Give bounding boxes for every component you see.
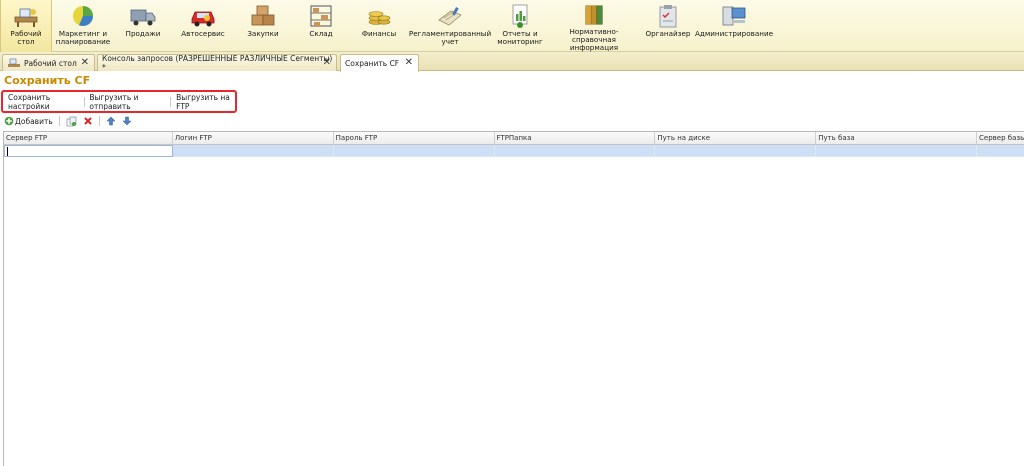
table-row[interactable] xyxy=(4,145,1024,157)
section-label: Рабочий стол xyxy=(10,29,42,46)
delete-icon xyxy=(84,117,92,125)
copy-icon xyxy=(66,116,77,126)
section-autoservice[interactable]: Автосервис xyxy=(172,0,234,52)
truck-icon xyxy=(130,9,156,26)
table-cell[interactable] xyxy=(334,145,495,157)
tab-query-console[interactable]: Консоль запросов (РАЗРЕШЕННЫЕ РАЗЛИЧНЫЕ … xyxy=(97,54,337,72)
section-marketing[interactable]: Маркетинг и планирование xyxy=(52,0,114,52)
table-cell[interactable] xyxy=(495,145,656,157)
separator xyxy=(83,96,85,107)
close-icon[interactable]: ✕ xyxy=(323,57,331,69)
close-icon[interactable]: ✕ xyxy=(405,57,413,69)
text-caret xyxy=(7,147,8,156)
separator xyxy=(170,96,172,107)
tab-label: Сохранить CF xyxy=(345,59,400,68)
arrow-up-icon xyxy=(106,116,116,126)
section-label: Маркетинг и планирование xyxy=(55,29,111,46)
section-label: Финансы xyxy=(361,29,397,38)
add-icon xyxy=(4,116,14,126)
section-label: Автосервис xyxy=(181,29,225,38)
section-label: Администрирование xyxy=(694,29,774,38)
column-header[interactable]: FTPПапка xyxy=(495,132,656,144)
command-panel: Сохранить настройки Выгрузить и отправит… xyxy=(1,90,237,113)
tab-desktop[interactable]: Рабочий стол ✕ xyxy=(2,54,95,71)
section-label: Отчеты и мониторинг xyxy=(497,29,543,46)
table-cell[interactable] xyxy=(655,145,817,157)
add-button[interactable]: Добавить xyxy=(4,116,53,126)
table-cell-input[interactable] xyxy=(4,145,173,157)
report-icon xyxy=(512,4,528,28)
section-label: Регламентированный учет xyxy=(408,29,492,46)
section-reference-info[interactable]: Нормативно-справочная информация xyxy=(548,0,640,52)
desk-icon xyxy=(8,58,20,67)
table-cell[interactable] xyxy=(173,145,334,157)
section-label: Склад xyxy=(309,29,333,38)
warehouse-shelf-icon xyxy=(310,5,332,27)
section-organizer[interactable]: Органайзер xyxy=(640,0,696,52)
sections-panel: Рабочий стол Маркетинг и планирование Пр… xyxy=(0,0,1024,52)
form-title: Сохранить CF xyxy=(4,74,91,87)
close-icon[interactable]: ✕ xyxy=(81,57,89,69)
section-finance[interactable]: Финансы xyxy=(350,0,408,52)
desk-icon xyxy=(14,8,38,27)
tab-label: Консоль запросов (РАЗРЕШЕННЫЕ РАЗЛИЧНЫЕ … xyxy=(102,54,333,72)
table-toolbar: Добавить xyxy=(4,115,138,127)
delete-button[interactable] xyxy=(83,116,93,126)
export-to-ftp-button[interactable]: Выгрузить на FTP xyxy=(174,93,235,111)
section-label: Органайзер xyxy=(645,29,691,38)
section-regulated-accounting[interactable]: Регламентированный учет xyxy=(408,0,492,52)
binders-icon xyxy=(585,5,603,25)
add-label: Добавить xyxy=(15,116,53,126)
column-header[interactable]: Логин FTP xyxy=(173,132,334,144)
open-windows-tabs: Рабочий стол ✕ Консоль запросов (РАЗРЕШЕ… xyxy=(0,52,1024,72)
car-icon xyxy=(191,11,215,27)
column-header[interactable]: Путь база xyxy=(816,132,978,144)
move-down-button[interactable] xyxy=(122,116,132,126)
ftp-settings-table[interactable]: Сервер FTP Логин FTP Пароль FTP FTPПапка… xyxy=(3,131,1024,466)
arrow-down-icon xyxy=(122,116,132,126)
section-label: Продажи xyxy=(125,29,161,38)
column-header[interactable]: Пароль FTP xyxy=(334,132,495,144)
computer-icon xyxy=(722,6,746,26)
copy-button[interactable] xyxy=(66,116,77,127)
export-and-send-button[interactable]: Выгрузить и отправить xyxy=(87,93,167,111)
section-sales[interactable]: Продажи xyxy=(114,0,172,52)
separator xyxy=(58,116,60,126)
section-purchases[interactable]: Закупки xyxy=(234,0,292,52)
section-reports[interactable]: Отчеты и мониторинг xyxy=(492,0,548,52)
section-label: Нормативно-справочная информация xyxy=(569,27,619,52)
separator xyxy=(98,116,100,126)
table-cell[interactable] xyxy=(816,145,978,157)
table-cell[interactable] xyxy=(977,145,1024,157)
coins-icon xyxy=(368,11,391,25)
ledger-icon xyxy=(438,7,462,26)
clipboard-icon xyxy=(659,5,677,28)
pie-chart-icon xyxy=(73,6,94,27)
section-label: Закупки xyxy=(247,29,279,38)
boxes-icon xyxy=(251,5,275,26)
tab-label: Рабочий стол xyxy=(24,58,77,68)
column-header[interactable]: Сервер базы xyxy=(977,132,1024,144)
column-header[interactable]: Сервер FTP xyxy=(4,132,173,144)
table-header: Сервер FTP Логин FTP Пароль FTP FTPПапка… xyxy=(4,132,1024,145)
move-up-button[interactable] xyxy=(106,116,116,126)
tab-save-cf[interactable]: Сохранить CF ✕ xyxy=(340,54,419,72)
section-warehouse[interactable]: Склад xyxy=(292,0,350,52)
save-settings-button[interactable]: Сохранить настройки xyxy=(6,93,81,111)
section-desktop[interactable]: Рабочий стол xyxy=(0,0,52,52)
section-administration[interactable]: Администрирование xyxy=(694,0,774,52)
column-header[interactable]: Путь на диске xyxy=(655,132,817,144)
